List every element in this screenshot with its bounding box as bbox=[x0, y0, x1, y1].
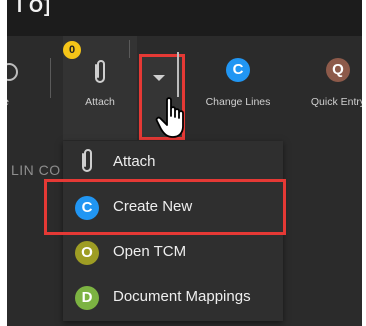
schedule-button[interactable]: ule bbox=[7, 36, 47, 140]
attach-dropdown-menu: Attach C Create New O Open TCM D Documen… bbox=[44, 141, 286, 321]
background-text: LIN CO bbox=[11, 162, 61, 178]
open-tcm-icon: O bbox=[75, 241, 99, 265]
document-mappings-icon: D bbox=[75, 286, 99, 310]
paperclip-icon bbox=[82, 149, 92, 172]
quick-entry-button[interactable]: Q Quick Entry bbox=[293, 36, 362, 140]
change-lines-icon: C bbox=[226, 58, 250, 82]
menu-item-label: Open TCM bbox=[113, 243, 187, 260]
create-new-highlight bbox=[44, 179, 286, 235]
toolbar-divider bbox=[177, 52, 179, 97]
menu-item-label: Attach bbox=[113, 153, 156, 170]
hand-cursor-icon bbox=[155, 97, 184, 138]
attach-count-badge: 0 bbox=[63, 41, 81, 59]
schedule-label: ule bbox=[7, 96, 47, 108]
change-lines-label: Change Lines bbox=[205, 96, 271, 108]
schedule-icon bbox=[7, 63, 18, 81]
toolbar-separator bbox=[50, 58, 51, 98]
quick-entry-icon: Q bbox=[326, 58, 350, 82]
quick-entry-label: Quick Entry bbox=[310, 96, 362, 108]
paperclip-icon bbox=[95, 60, 105, 83]
app-frame: I O] ule Attach 0 C Change Lines Q Q bbox=[7, 0, 362, 326]
change-lines-button[interactable]: C Change Lines bbox=[193, 36, 283, 140]
caret-down-icon bbox=[153, 75, 165, 81]
title-bar: I O] bbox=[7, 0, 362, 36]
menu-item-open-tcm[interactable]: O Open TCM bbox=[63, 231, 283, 276]
attach-label: Attach bbox=[85, 96, 115, 108]
menu-item-label: Document Mappings bbox=[113, 288, 251, 305]
title-fragment: I O] bbox=[17, 0, 51, 16]
toolbar-separator bbox=[129, 40, 130, 58]
menu-item-document-mappings[interactable]: D Document Mappings bbox=[63, 276, 283, 321]
